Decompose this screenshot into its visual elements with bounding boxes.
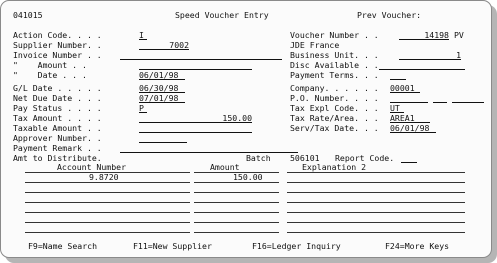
business-unit-field[interactable]: 1 — [399, 50, 461, 60]
tax-amount-field[interactable]: 150.00 — [139, 113, 252, 123]
tax-rate-area-field[interactable]: AREA1 — [390, 113, 430, 123]
screen-title: Speed Voucher Entry — [175, 10, 269, 20]
supplier-number-field[interactable]: 7002 — [139, 40, 189, 50]
invoice-date-field[interactable]: 06/01/98 — [139, 70, 185, 80]
supplier-name: JDE France — [290, 40, 340, 50]
speed-voucher-entry-screen: 041015 Speed Voucher Entry Prev Voucher:… — [0, 0, 492, 258]
f16-ledger-inquiry[interactable]: F16=Ledger Inquiry — [252, 241, 341, 251]
approver-number-label: Approver Number. . — [13, 133, 102, 143]
f9-name-search[interactable]: F9=Name Search — [28, 241, 97, 251]
invoice-number-label: Invoice Number . . — [13, 50, 102, 60]
grid-header-explanation: Explanation 2 — [302, 162, 367, 172]
gl-date-field[interactable]: 06/30/98 — [139, 83, 185, 93]
po-type-field[interactable] — [433, 102, 447, 103]
disc-available-field[interactable] — [379, 69, 465, 70]
tax-amount-label: Tax Amount . . . . — [13, 113, 102, 123]
pay-status-field[interactable]: P — [139, 103, 147, 113]
report-code-field[interactable] — [401, 162, 417, 163]
gl-date-label: G/L Date . . . . . — [13, 83, 102, 93]
po-number-label: P.O. Number. . . . — [290, 93, 379, 103]
supplier-number-label: Supplier Number. . — [13, 40, 102, 50]
voucher-type: PV — [454, 30, 464, 40]
action-code-field[interactable]: I — [139, 30, 147, 40]
serv-tax-date-label: Serv/Tax Date. . . — [290, 123, 379, 133]
f24-more-keys[interactable]: F24=More Keys — [385, 241, 449, 251]
voucher-number-label: Voucher Number . . — [290, 30, 379, 40]
grid-cell-amount[interactable]: 150.00 — [233, 172, 263, 182]
f11-new-supplier[interactable]: F11=New Supplier — [133, 241, 212, 251]
grid-header-amount: Amount — [210, 162, 240, 172]
disc-available-label: Disc Available . . — [290, 60, 379, 70]
invoice-number-field[interactable] — [120, 59, 282, 60]
tax-rate-area-label: Tax Rate/Area. . . — [290, 113, 379, 123]
voucher-number-field[interactable]: 14198 — [399, 30, 449, 40]
grid-cell-account-number[interactable]: 9.8720 — [89, 172, 119, 182]
tax-expl-code-label: Tax Expl Code. . . — [290, 103, 379, 113]
batch-label: Batch — [246, 153, 271, 163]
taxable-amount-label: Taxable Amount . . — [13, 123, 102, 133]
payment-remark-field[interactable] — [120, 152, 298, 153]
prev-voucher-label: Prev Voucher: — [357, 10, 422, 20]
program-id: 041015 — [13, 10, 43, 20]
net-due-date-field[interactable]: 07/01/98 — [139, 93, 185, 103]
payment-terms-field[interactable] — [390, 79, 406, 80]
net-due-date-label: Net Due Date . . . — [13, 93, 102, 103]
tax-expl-code-field[interactable]: UT — [390, 103, 404, 113]
taxable-amount-field[interactable] — [139, 132, 252, 133]
grid-header-account-number: Account Number — [57, 162, 127, 172]
pay-status-label: Pay Status . . . . — [13, 103, 102, 113]
action-code-label: Action Code. . . . — [13, 30, 102, 40]
serv-tax-date-field[interactable]: 06/01/98 — [390, 123, 436, 133]
business-unit-label: Business Unit. . . — [290, 50, 379, 60]
invoice-date-label: " Date . . . — [13, 70, 87, 80]
company-field[interactable]: 00001 — [390, 83, 420, 93]
approver-number-field[interactable] — [139, 142, 187, 143]
po-company-field[interactable] — [452, 102, 484, 103]
payment-terms-label: Payment Terms. . . — [290, 70, 379, 80]
invoice-amount-label: " Amount . . — [13, 60, 87, 70]
company-label: Company. . . . . . — [290, 83, 379, 93]
payment-remark-label: Payment Remark . . — [13, 143, 102, 153]
